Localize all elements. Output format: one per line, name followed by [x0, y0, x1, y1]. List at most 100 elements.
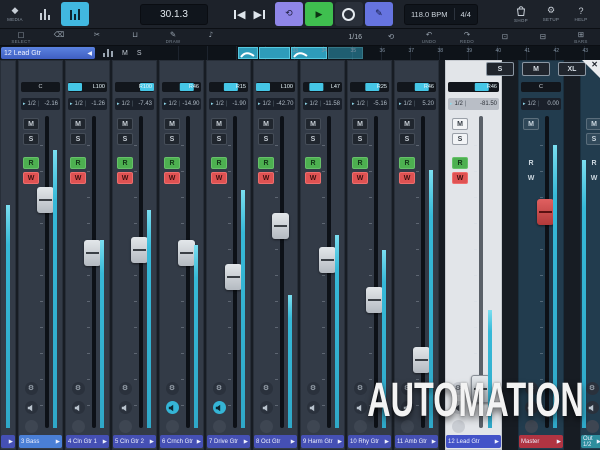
automation-write-button[interactable]: W: [23, 172, 39, 184]
mixer-view-button[interactable]: [61, 2, 89, 26]
channel-name-badge[interactable]: 10 Rhy Gtr ▶: [348, 435, 391, 448]
undo-button[interactable]: ↶UNDO: [416, 31, 442, 44]
channel-next-icon[interactable]: ▶: [432, 439, 436, 445]
channel-name-badge[interactable]: 6 Crnch Gtr ▶: [160, 435, 203, 448]
output-db-row[interactable]: ▸ 1/2 | -1.90: [209, 98, 248, 110]
channel-name-badge[interactable]: 12 Lead Gtr ▶: [446, 435, 501, 448]
channel-settings-button[interactable]: ⚙: [354, 382, 367, 395]
channel-next-icon[interactable]: ▶: [338, 439, 342, 445]
record-arm-button[interactable]: [260, 420, 273, 433]
snap-button[interactable]: ⊟: [530, 33, 556, 41]
channel-name-badge[interactable]: 4 Cln Gtr 1 ▶: [66, 435, 109, 448]
mute-button[interactable]: M: [586, 118, 600, 130]
output-db-row[interactable]: ▸ 1/2 | -5.16: [350, 98, 389, 110]
output-db-row[interactable]: ▸ 1/2 | -2.16: [21, 98, 60, 110]
channel-strip[interactable]: L100 ▸ 1/2 | -1.26 M S R W ⚙ 4 Cln Gtr 1…: [65, 60, 110, 450]
automation-write-button[interactable]: W: [586, 172, 600, 184]
channel-next-icon[interactable]: ▶: [103, 439, 107, 445]
fader-handle[interactable]: [225, 264, 242, 290]
record-arm-button[interactable]: [119, 420, 132, 433]
channel-settings-button[interactable]: ⚙: [72, 382, 85, 395]
play-button[interactable]: ▶: [305, 2, 333, 26]
automation-read-button[interactable]: R: [258, 157, 274, 169]
solo-button[interactable]: S: [164, 133, 180, 145]
automation-write-button[interactable]: W: [523, 172, 539, 184]
output-db-row[interactable]: ▸ 1/2 | 5.20: [397, 98, 436, 110]
bars-button[interactable]: ⊞BARS: [568, 31, 594, 44]
loop-button[interactable]: ⟲: [275, 2, 303, 26]
record-arm-button[interactable]: [166, 420, 179, 433]
pan-control[interactable]: R25: [350, 82, 389, 92]
automation-write-button[interactable]: W: [211, 172, 227, 184]
solo-button[interactable]: S: [305, 133, 321, 145]
time-position-display[interactable]: 30.1.3: [140, 4, 208, 25]
output-db-row[interactable]: ▸ 1/2 | -42.70: [256, 98, 295, 110]
channel-settings-button[interactable]: ⚙: [119, 382, 132, 395]
fader-handle[interactable]: [319, 247, 336, 273]
channel-name-badge[interactable]: ▶: [1, 435, 15, 448]
close-icon[interactable]: ✕: [591, 60, 598, 69]
automation-read-button[interactable]: R: [399, 157, 415, 169]
pan-control[interactable]: R15: [209, 82, 248, 92]
setup-button[interactable]: ⚙ SETUP: [537, 2, 565, 26]
mute-button[interactable]: M: [305, 118, 321, 130]
pan-control[interactable]: R100: [115, 82, 154, 92]
mute-tool[interactable]: ♪: [198, 31, 224, 44]
fader-handle[interactable]: [131, 237, 148, 263]
channel-strip[interactable]: ▸ | M S R W ⚙ ▶: [0, 60, 16, 450]
fader-handle[interactable]: [37, 187, 54, 213]
select-tool[interactable]: ▢SELECT: [8, 31, 34, 44]
channel-settings-button[interactable]: ⚙: [586, 382, 599, 395]
mute-button[interactable]: M: [258, 118, 274, 130]
split-tool[interactable]: ✂: [84, 31, 110, 44]
copy-button[interactable]: ⊡: [492, 33, 518, 41]
fader-handle[interactable]: [178, 240, 195, 266]
automation-read-button[interactable]: R: [164, 157, 180, 169]
automation-write-button[interactable]: W: [352, 172, 368, 184]
arrange-view-button[interactable]: [31, 2, 59, 26]
monitor-button[interactable]: [119, 401, 132, 414]
output-db-row[interactable]: ▸ 1/2 | -81.50: [448, 98, 499, 110]
mute-button[interactable]: M: [399, 118, 415, 130]
mute-button[interactable]: M: [164, 118, 180, 130]
mixer-size-s-button[interactable]: S: [486, 62, 514, 76]
audio-clip[interactable]: [328, 47, 363, 59]
automation-read-button[interactable]: R: [70, 157, 86, 169]
mute-button[interactable]: M: [352, 118, 368, 130]
fader-handle[interactable]: [84, 240, 101, 266]
channel-settings-button[interactable]: ⚙: [307, 382, 320, 395]
record-arm-button[interactable]: [72, 420, 85, 433]
record-arm-button[interactable]: [213, 420, 226, 433]
output-db-row[interactable]: ▸ 1/2 | -11.58: [303, 98, 342, 110]
automation-read-button[interactable]: R: [586, 157, 600, 169]
mute-button[interactable]: M: [23, 118, 39, 130]
channel-name-badge[interactable]: 3 Bass ▶: [19, 435, 62, 448]
solo-button[interactable]: S: [258, 133, 274, 145]
channel-next-icon[interactable]: ▶: [197, 439, 201, 445]
pan-control[interactable]: L100: [68, 82, 107, 92]
monitor-button[interactable]: [260, 401, 273, 414]
pan-control[interactable]: R46: [397, 82, 436, 92]
automation-write-button[interactable]: W: [70, 172, 86, 184]
go-to-end-button[interactable]: ▶: [253, 8, 264, 21]
tempo-display[interactable]: 118.0 BPM 4/4: [404, 4, 478, 25]
channel-name-badge[interactable]: 7 Drive Gtr ▶: [207, 435, 250, 448]
channel-name-badge[interactable]: 5 Cln Gtr 2 ▶: [113, 435, 156, 448]
automation-draw-button[interactable]: ✎: [365, 2, 393, 26]
audio-clip[interactable]: [259, 47, 290, 59]
pan-control[interactable]: C: [521, 82, 561, 92]
channel-next-icon[interactable]: ▶: [557, 439, 561, 445]
erase-tool[interactable]: ⌫: [46, 31, 72, 44]
automation-read-button[interactable]: R: [211, 157, 227, 169]
channel-strip[interactable]: R46 ▸ 1/2 | -14.90 M S R W ⚙ 6 Crnch Gtr…: [159, 60, 204, 450]
output-db-row[interactable]: ▸ 1/2 | -1.26: [68, 98, 107, 110]
channel-settings-button[interactable]: ⚙: [260, 382, 273, 395]
cycle-tool[interactable]: ⟲: [378, 33, 404, 41]
monitor-button[interactable]: [586, 401, 599, 414]
mixer-size-m-button[interactable]: M: [522, 62, 550, 76]
pan-control[interactable]: L100: [256, 82, 295, 92]
automation-write-button[interactable]: W: [164, 172, 180, 184]
solo-button[interactable]: S: [452, 133, 468, 145]
solo-button[interactable]: S: [117, 133, 133, 145]
monitor-button[interactable]: [72, 401, 85, 414]
